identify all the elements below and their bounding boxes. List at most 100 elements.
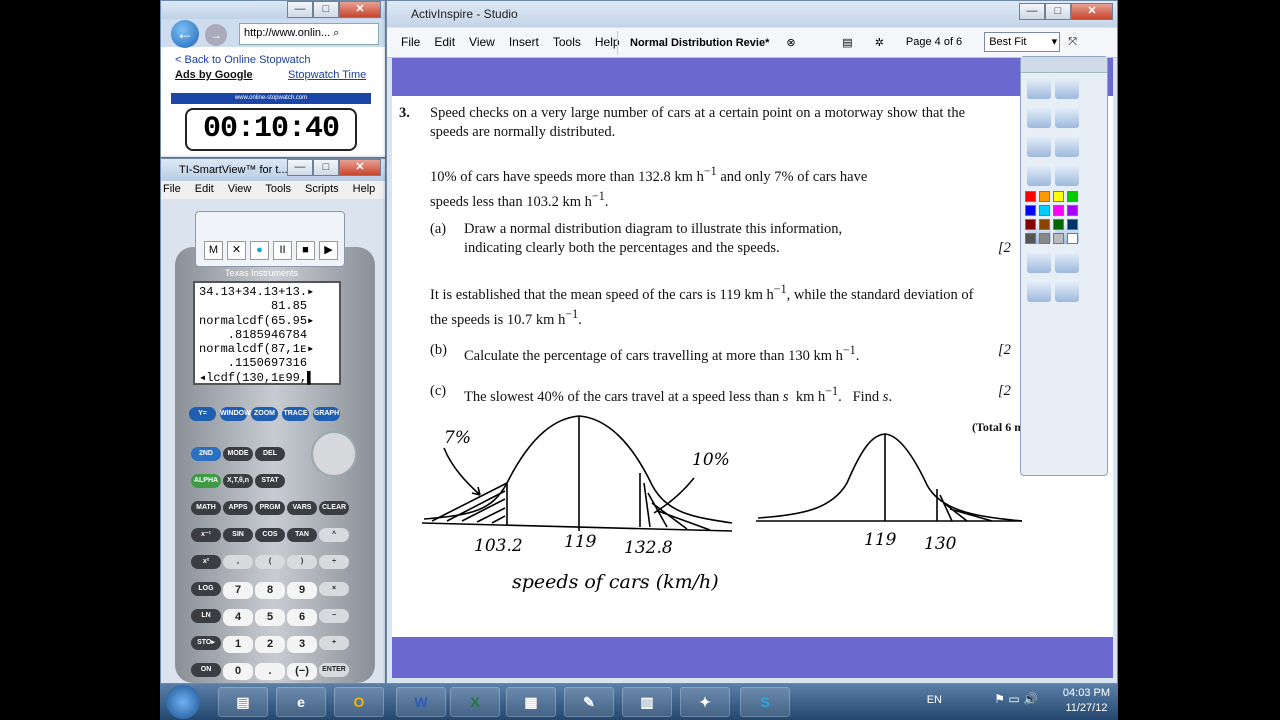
menu-edit[interactable]: Edit xyxy=(195,183,214,195)
record-x-button[interactable]: ✕ xyxy=(227,241,246,260)
color-swatch[interactable] xyxy=(1025,191,1036,202)
key-6-4[interactable]: − xyxy=(319,609,349,623)
tool-icon[interactable] xyxy=(1055,251,1079,273)
key-3-4[interactable]: ^ xyxy=(319,528,349,542)
key-8-0[interactable]: ON xyxy=(191,663,221,677)
key-2-0[interactable]: MATH xyxy=(191,501,221,515)
key-7-1[interactable]: 1 xyxy=(223,636,253,653)
key-2-2[interactable]: PRGM xyxy=(255,501,285,515)
tool-icon[interactable] xyxy=(1027,251,1051,273)
key-8-1[interactable]: 0 xyxy=(223,663,253,680)
color-swatch[interactable] xyxy=(1053,233,1064,244)
key-2-4[interactable]: CLEAR xyxy=(319,501,349,515)
menu-file[interactable]: File xyxy=(163,183,181,195)
excel-icon[interactable]: X xyxy=(450,687,500,717)
key-4-2[interactable]: ( xyxy=(255,555,285,569)
key-6-2[interactable]: 5 xyxy=(255,609,285,626)
stopwatch-link[interactable]: Stopwatch Time xyxy=(288,69,366,81)
color-swatch[interactable] xyxy=(1025,233,1036,244)
color-swatch[interactable] xyxy=(1039,205,1050,216)
menu-view[interactable]: View xyxy=(469,35,495,49)
tool-icon[interactable] xyxy=(1027,77,1051,99)
key-5-4[interactable]: × xyxy=(319,582,349,596)
fullscreen-icon[interactable]: ⤧ xyxy=(1068,36,1077,49)
key-8-3[interactable]: (−) xyxy=(287,663,317,680)
record-button[interactable]: ● xyxy=(250,241,269,260)
tool-icon[interactable] xyxy=(1027,164,1051,186)
address-bar[interactable]: http://www.onlin... ⌕ xyxy=(239,23,379,45)
stopwatch-browser-window[interactable]: — □ ✕ ← → http://www.onlin... ⌕ < Back to … xyxy=(160,0,386,158)
ti-smartview-icon[interactable]: ▥ xyxy=(622,687,672,717)
maximize-button[interactable]: □ xyxy=(313,159,339,176)
fkey-1[interactable]: WINDOW xyxy=(220,407,251,421)
tool-icon[interactable] xyxy=(1027,135,1051,157)
key-4-3[interactable]: ) xyxy=(287,555,317,569)
explorer-icon[interactable]: ▤ xyxy=(218,687,268,717)
flipchart-page[interactable]: 3. Speed checks on a very large number o… xyxy=(392,58,1113,678)
close-button[interactable]: ✕ xyxy=(1071,3,1113,20)
color-swatch[interactable] xyxy=(1053,191,1064,202)
language-indicator[interactable]: EN xyxy=(927,693,942,708)
minimize-button[interactable]: — xyxy=(287,159,313,176)
fkey-0[interactable]: Y= xyxy=(189,407,216,421)
document-tab[interactable]: Normal Distribution Revie* ⊗ xyxy=(617,31,810,55)
close-tab-icon[interactable]: ⊗ xyxy=(786,37,795,49)
key-6-3[interactable]: 6 xyxy=(287,609,317,626)
tool-icon[interactable] xyxy=(1055,135,1079,157)
color-swatch[interactable] xyxy=(1053,219,1064,230)
play-button[interactable]: ▶ xyxy=(319,241,338,260)
back-arrow-icon[interactable]: ← xyxy=(171,20,199,48)
key-3-0[interactable]: x⁻¹ xyxy=(191,528,221,542)
tool-icon[interactable] xyxy=(1027,280,1051,302)
menu-help[interactable]: Help xyxy=(353,183,376,195)
key-5-3[interactable]: 9 xyxy=(287,582,317,599)
tool-icon[interactable] xyxy=(1055,77,1079,99)
color-swatch[interactable] xyxy=(1067,219,1078,230)
activinspire-icon[interactable]: ✎ xyxy=(564,687,614,717)
tool-icon[interactable] xyxy=(1027,106,1051,128)
tool-icon[interactable] xyxy=(1055,280,1079,302)
key-5-0[interactable]: LOG xyxy=(191,582,221,596)
key-6-0[interactable]: LN xyxy=(191,609,221,623)
color-swatch[interactable] xyxy=(1025,219,1036,230)
menu-view[interactable]: View xyxy=(228,183,252,195)
start-button[interactable] xyxy=(166,685,200,719)
key-7-3[interactable]: 3 xyxy=(287,636,317,653)
ads-label[interactable]: Ads by Google xyxy=(175,69,253,81)
color-swatch[interactable] xyxy=(1053,205,1064,216)
menu-tools[interactable]: Tools xyxy=(265,183,291,195)
key-0-1[interactable]: MODE xyxy=(223,447,253,461)
fkey-2[interactable]: ZOOM xyxy=(251,407,278,421)
key-1-0[interactable]: ALPHA xyxy=(191,474,221,488)
menu-tools[interactable]: Tools xyxy=(553,35,581,49)
back-link[interactable]: < Back to Online Stopwatch xyxy=(175,54,310,66)
menu-file[interactable]: File xyxy=(401,35,420,49)
stop-button[interactable]: ■ xyxy=(296,241,315,260)
color-swatch[interactable] xyxy=(1067,205,1078,216)
key-8-4[interactable]: ENTER xyxy=(319,663,349,677)
key-3-3[interactable]: TAN xyxy=(287,528,317,542)
key-7-0[interactable]: STO▸ xyxy=(191,636,221,650)
key-6-1[interactable]: 4 xyxy=(223,609,253,626)
color-swatch[interactable] xyxy=(1067,233,1078,244)
forward-arrow-icon[interactable]: → xyxy=(205,24,227,46)
menu-edit[interactable]: Edit xyxy=(434,35,455,49)
skype-icon[interactable]: S xyxy=(740,687,790,717)
arrow-pad[interactable] xyxy=(311,431,357,477)
tool-icon[interactable] xyxy=(1055,106,1079,128)
word-icon[interactable]: W xyxy=(396,687,446,717)
search-icon[interactable]: ⌕ xyxy=(333,27,339,39)
app-icon[interactable]: ✦ xyxy=(680,687,730,717)
key-2-3[interactable]: VARS xyxy=(287,501,317,515)
key-1-1[interactable]: X,T,θ,n xyxy=(223,474,253,488)
properties-icon[interactable]: ✲ xyxy=(875,36,884,49)
menu-help[interactable]: Help xyxy=(595,35,620,49)
grid-app-icon[interactable]: ▦ xyxy=(506,687,556,717)
tool-icon[interactable] xyxy=(1055,164,1079,186)
color-swatch[interactable] xyxy=(1039,233,1050,244)
key-3-1[interactable]: SIN xyxy=(223,528,253,542)
color-swatch[interactable] xyxy=(1067,191,1078,202)
ti-smartview-window[interactable]: TI-SmartView™ for t... — □ ✕ File Edit View T… xyxy=(160,158,386,684)
key-0-2[interactable]: DEL xyxy=(255,447,285,461)
clock[interactable]: 04:03 PM 11/27/12 xyxy=(1063,686,1110,716)
